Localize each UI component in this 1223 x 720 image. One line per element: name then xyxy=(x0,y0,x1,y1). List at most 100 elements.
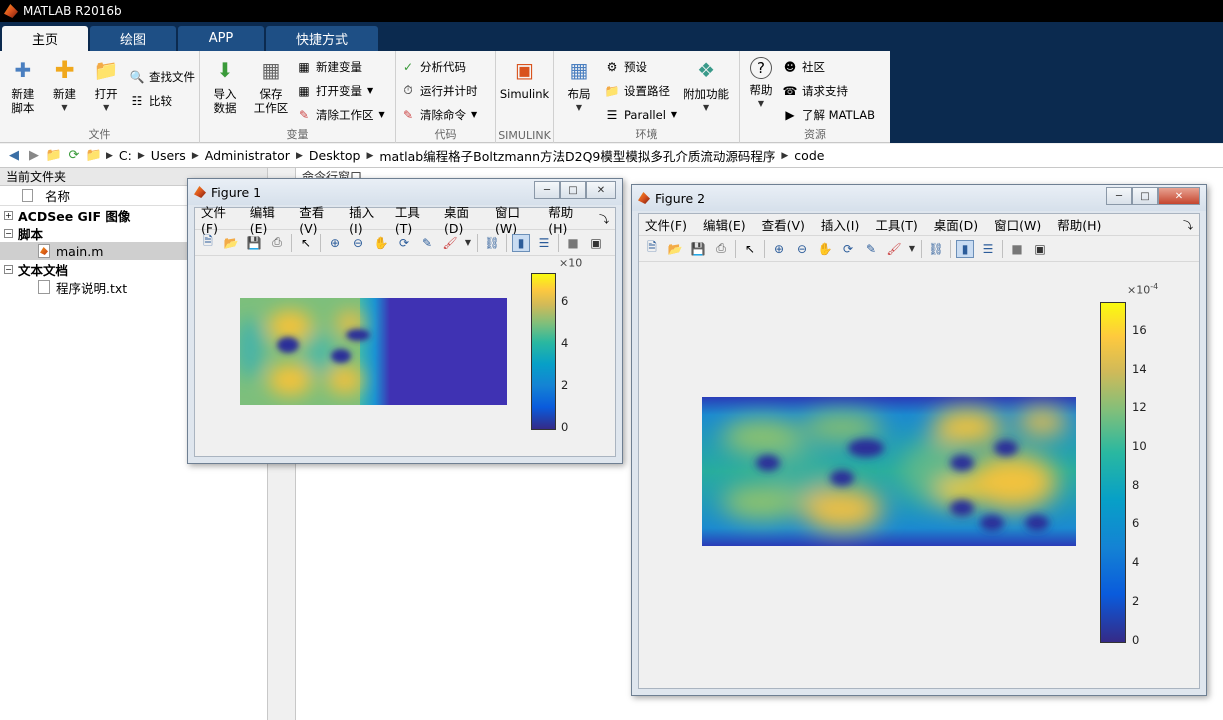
find-files-button[interactable]: 🔍 查找文件 xyxy=(129,67,195,86)
collapse-icon[interactable]: − xyxy=(4,228,13,238)
layout-button[interactable]: ▦ 布局 ▼ xyxy=(558,55,600,127)
menu-edit[interactable]: 编辑(E) xyxy=(250,202,287,236)
link-plot-icon[interactable]: ⛓ xyxy=(927,240,945,258)
menu-view[interactable]: 查看(V) xyxy=(299,202,337,236)
breadcrumb-code[interactable]: code xyxy=(794,148,824,163)
clear-commands-button[interactable]: ✎ 清除命令 ▼ xyxy=(400,105,478,124)
run-and-time-button[interactable]: ⏱ 运行并计时 xyxy=(400,81,477,100)
new-figure-icon[interactable]: 🗎 xyxy=(199,234,217,252)
colorbar-icon[interactable]: ▮ xyxy=(956,239,974,258)
collapse-icon[interactable]: − xyxy=(4,264,13,274)
zoom-in-icon[interactable]: ⊕ xyxy=(770,240,788,258)
rotate-3d-icon[interactable]: ⟳ xyxy=(395,234,413,252)
expand-icon[interactable]: + xyxy=(4,210,13,220)
legend-icon[interactable]: ☰ xyxy=(979,240,997,258)
analyze-code-button[interactable]: ✓ 分析代码 xyxy=(400,57,478,76)
minimize-icon[interactable]: ─ xyxy=(534,181,560,199)
tab-home[interactable]: 主页 xyxy=(2,26,88,51)
print-icon[interactable]: ⎙ xyxy=(712,240,730,258)
save-icon[interactable]: 💾 xyxy=(245,234,263,252)
new-figure-icon[interactable]: 🗎 xyxy=(643,240,661,258)
menu-desktop[interactable]: 桌面(D) xyxy=(934,215,978,234)
browse-folder-icon[interactable]: ⟳ xyxy=(64,147,84,165)
breadcrumb-users[interactable]: Users xyxy=(151,148,186,163)
tab-plots[interactable]: 绘图 xyxy=(90,26,176,51)
breadcrumb-c[interactable]: C: xyxy=(119,148,132,163)
pan-hand-icon[interactable]: ✋ xyxy=(372,234,390,252)
menu-insert[interactable]: 插入(I) xyxy=(349,202,383,236)
tab-shortcuts[interactable]: 快捷方式 xyxy=(266,26,378,51)
menu-window[interactable]: 窗口(W) xyxy=(994,215,1041,234)
menu-help[interactable]: 帮助(H) xyxy=(548,202,587,236)
data-cursor-icon[interactable]: ✎ xyxy=(418,234,436,252)
menu-help[interactable]: 帮助(H) xyxy=(1057,215,1101,234)
simulink-button[interactable]: ▣ Simulink xyxy=(500,55,549,127)
menu-edit[interactable]: 编辑(E) xyxy=(703,215,746,234)
chevron-down-icon[interactable]: ▼ xyxy=(908,240,916,258)
breadcrumb-desktop[interactable]: Desktop xyxy=(309,148,361,163)
rotate-3d-icon[interactable]: ⟳ xyxy=(839,240,857,258)
zoom-out-icon[interactable]: ⊖ xyxy=(349,234,367,252)
menu-overflow-icon[interactable]: ⤵ xyxy=(1183,217,1193,232)
edit-plot-arrow-icon[interactable]: ↖ xyxy=(741,240,759,258)
new-variable-button[interactable]: ▦ 新建变量 xyxy=(296,57,385,76)
tab-apps[interactable]: APP xyxy=(178,26,264,51)
addons-button[interactable]: ❖ 附加功能 ▼ xyxy=(681,55,731,127)
parallel-button[interactable]: ☰ Parallel ▼ xyxy=(604,105,677,124)
edit-plot-arrow-icon[interactable]: ↖ xyxy=(297,234,315,252)
learn-matlab-button[interactable]: ▶ 了解 MATLAB xyxy=(782,105,875,124)
hide-plot-tools-icon[interactable]: ■ xyxy=(564,234,582,252)
forward-arrow-icon[interactable]: ▶ xyxy=(24,147,44,165)
show-plot-tools-icon[interactable]: ▣ xyxy=(1031,240,1049,258)
open-file-icon[interactable]: 📂 xyxy=(222,234,240,252)
breadcrumb-administrator[interactable]: Administrator xyxy=(205,148,290,163)
menu-file[interactable]: 文件(F) xyxy=(201,202,238,236)
request-support-button[interactable]: ☎ 请求支持 xyxy=(782,81,875,100)
menu-tools[interactable]: 工具(T) xyxy=(875,215,917,234)
menu-tools[interactable]: 工具(T) xyxy=(395,202,432,236)
community-button[interactable]: ☻ 社区 xyxy=(782,57,875,76)
link-plot-icon[interactable]: ⛓ xyxy=(483,234,501,252)
minimize-icon[interactable]: ─ xyxy=(1106,187,1132,205)
menu-view[interactable]: 查看(V) xyxy=(762,215,805,234)
help-button[interactable]: ? 帮助 ▼ xyxy=(744,55,778,127)
open-variable-button[interactable]: ▦ 打开变量 ▼ xyxy=(296,81,385,100)
open-file-icon[interactable]: 📂 xyxy=(666,240,684,258)
pan-hand-icon[interactable]: ✋ xyxy=(816,240,834,258)
breadcrumb-project[interactable]: matlab编程格子Boltzmann方法D2Q9模型模拟多孔介质流动源码程序 xyxy=(379,146,775,165)
menu-insert[interactable]: 插入(I) xyxy=(821,215,859,234)
zoom-in-icon[interactable]: ⊕ xyxy=(326,234,344,252)
data-cursor-icon[interactable]: ✎ xyxy=(862,240,880,258)
import-data-button[interactable]: ⬇ 导入 数据 xyxy=(204,55,246,127)
ribbon-group-simulink: ▣ Simulink SIMULINK xyxy=(496,51,554,143)
save-icon[interactable]: 💾 xyxy=(689,240,707,258)
hide-plot-tools-icon[interactable]: ■ xyxy=(1008,240,1026,258)
open-button[interactable]: 📁 打开 ▼ xyxy=(87,55,125,127)
legend-icon[interactable]: ☰ xyxy=(535,234,553,252)
menu-desktop[interactable]: 桌面(D) xyxy=(444,202,483,236)
brush-icon[interactable]: 🖌 xyxy=(885,240,903,258)
colorbar-icon[interactable]: ▮ xyxy=(512,233,530,252)
new-script-button[interactable]: ✚ 新建 脚本 xyxy=(4,55,42,127)
menu-overflow-icon[interactable]: ⤵ xyxy=(599,211,609,226)
close-icon[interactable]: ✕ xyxy=(586,181,616,199)
up-folder-icon[interactable]: 📁 xyxy=(44,147,64,165)
compare-button[interactable]: ☷ 比较 xyxy=(129,91,195,110)
maximize-icon[interactable]: □ xyxy=(560,181,586,199)
menu-window[interactable]: 窗口(W) xyxy=(495,202,536,236)
print-icon[interactable]: ⎙ xyxy=(268,234,286,252)
chevron-down-icon[interactable]: ▼ xyxy=(464,234,472,252)
menu-file[interactable]: 文件(F) xyxy=(645,215,687,234)
new-button[interactable]: ✚ 新建 ▼ xyxy=(46,55,84,127)
toolbar-separator xyxy=(477,233,478,252)
clear-workspace-button[interactable]: ✎ 清除工作区 ▼ xyxy=(296,105,385,124)
show-plot-tools-icon[interactable]: ▣ xyxy=(587,234,605,252)
brush-icon[interactable]: 🖌 xyxy=(441,234,459,252)
zoom-out-icon[interactable]: ⊖ xyxy=(793,240,811,258)
back-arrow-icon[interactable]: ◀ xyxy=(4,147,24,165)
save-workspace-button[interactable]: ▦ 保存 工作区 xyxy=(250,55,292,127)
set-path-button[interactable]: 📁 设置路径 xyxy=(604,81,677,100)
maximize-icon[interactable]: □ xyxy=(1132,187,1158,205)
preferences-button[interactable]: ⚙ 预设 xyxy=(604,57,677,76)
close-icon[interactable]: ✕ xyxy=(1158,187,1200,205)
